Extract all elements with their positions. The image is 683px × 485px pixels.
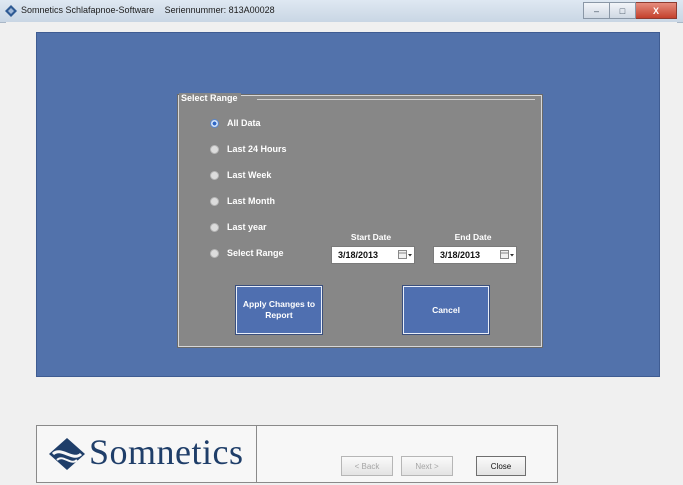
somnetics-logo-icon (49, 438, 85, 470)
app-title: Somnetics Schlafapnoe-Software (21, 5, 155, 15)
calendar-dropdown-icon[interactable] (498, 248, 516, 262)
radio-last-month[interactable]: Last Month (210, 196, 275, 206)
apply-changes-button[interactable]: Apply Changes to Report (236, 286, 322, 334)
select-range-legend: Select Range (179, 93, 241, 103)
report-panel: Select Range All Data Last 24 Hours Last… (36, 32, 660, 377)
radio-label: Last year (227, 222, 267, 232)
radio-last-year[interactable]: Last year (210, 222, 267, 232)
radio-button[interactable] (210, 248, 219, 258)
back-button[interactable]: < Back (341, 456, 393, 476)
radio-select-range[interactable]: Select Range (210, 248, 284, 258)
window-controls: – □ X (583, 2, 677, 19)
radio-all-data[interactable]: All Data (210, 118, 261, 128)
cancel-button[interactable]: Cancel (403, 286, 489, 334)
radio-last-24-hours[interactable]: Last 24 Hours (210, 144, 287, 154)
start-date-label: Start Date (350, 232, 392, 242)
minimize-button[interactable]: – (583, 2, 610, 19)
footer-divider (256, 426, 257, 482)
end-date-label: End Date (454, 232, 492, 242)
window-close-button[interactable]: X (636, 2, 677, 19)
app-logo-icon (5, 5, 17, 17)
radio-button-checked[interactable] (210, 118, 219, 128)
radio-button[interactable] (210, 144, 219, 154)
radio-label: Last 24 Hours (227, 144, 287, 154)
radio-label: Select Range (227, 248, 284, 258)
start-date-picker[interactable]: 3/18/2013 (331, 246, 415, 264)
groupbox-border (257, 99, 535, 100)
next-button[interactable]: Next > (401, 456, 453, 476)
maximize-button[interactable]: □ (610, 2, 636, 19)
start-date-value: 3/18/2013 (338, 250, 379, 260)
radio-label: Last Month (227, 196, 275, 206)
radio-label: All Data (227, 118, 261, 128)
close-button[interactable]: Close (476, 456, 526, 476)
serial-number-label: Seriennummer: 813A00028 (164, 5, 275, 15)
end-date-value: 3/18/2013 (440, 250, 481, 260)
radio-button[interactable] (210, 196, 219, 206)
select-range-dialog: Select Range All Data Last 24 Hours Last… (178, 93, 542, 347)
window-titlebar: Somnetics Schlafapnoe-Software Seriennum… (0, 0, 683, 23)
end-date-picker[interactable]: 3/18/2013 (433, 246, 517, 264)
radio-label: Last Week (227, 170, 272, 180)
calendar-dropdown-icon[interactable] (396, 248, 414, 262)
radio-button[interactable] (210, 170, 219, 180)
somnetics-logo-text: Somnetics (89, 432, 244, 472)
radio-last-week[interactable]: Last Week (210, 170, 271, 180)
radio-button[interactable] (210, 222, 219, 232)
window-client-area: Select Range All Data Last 24 Hours Last… (6, 22, 677, 485)
window-title: Somnetics Schlafapnoe-Software Seriennum… (21, 5, 275, 15)
